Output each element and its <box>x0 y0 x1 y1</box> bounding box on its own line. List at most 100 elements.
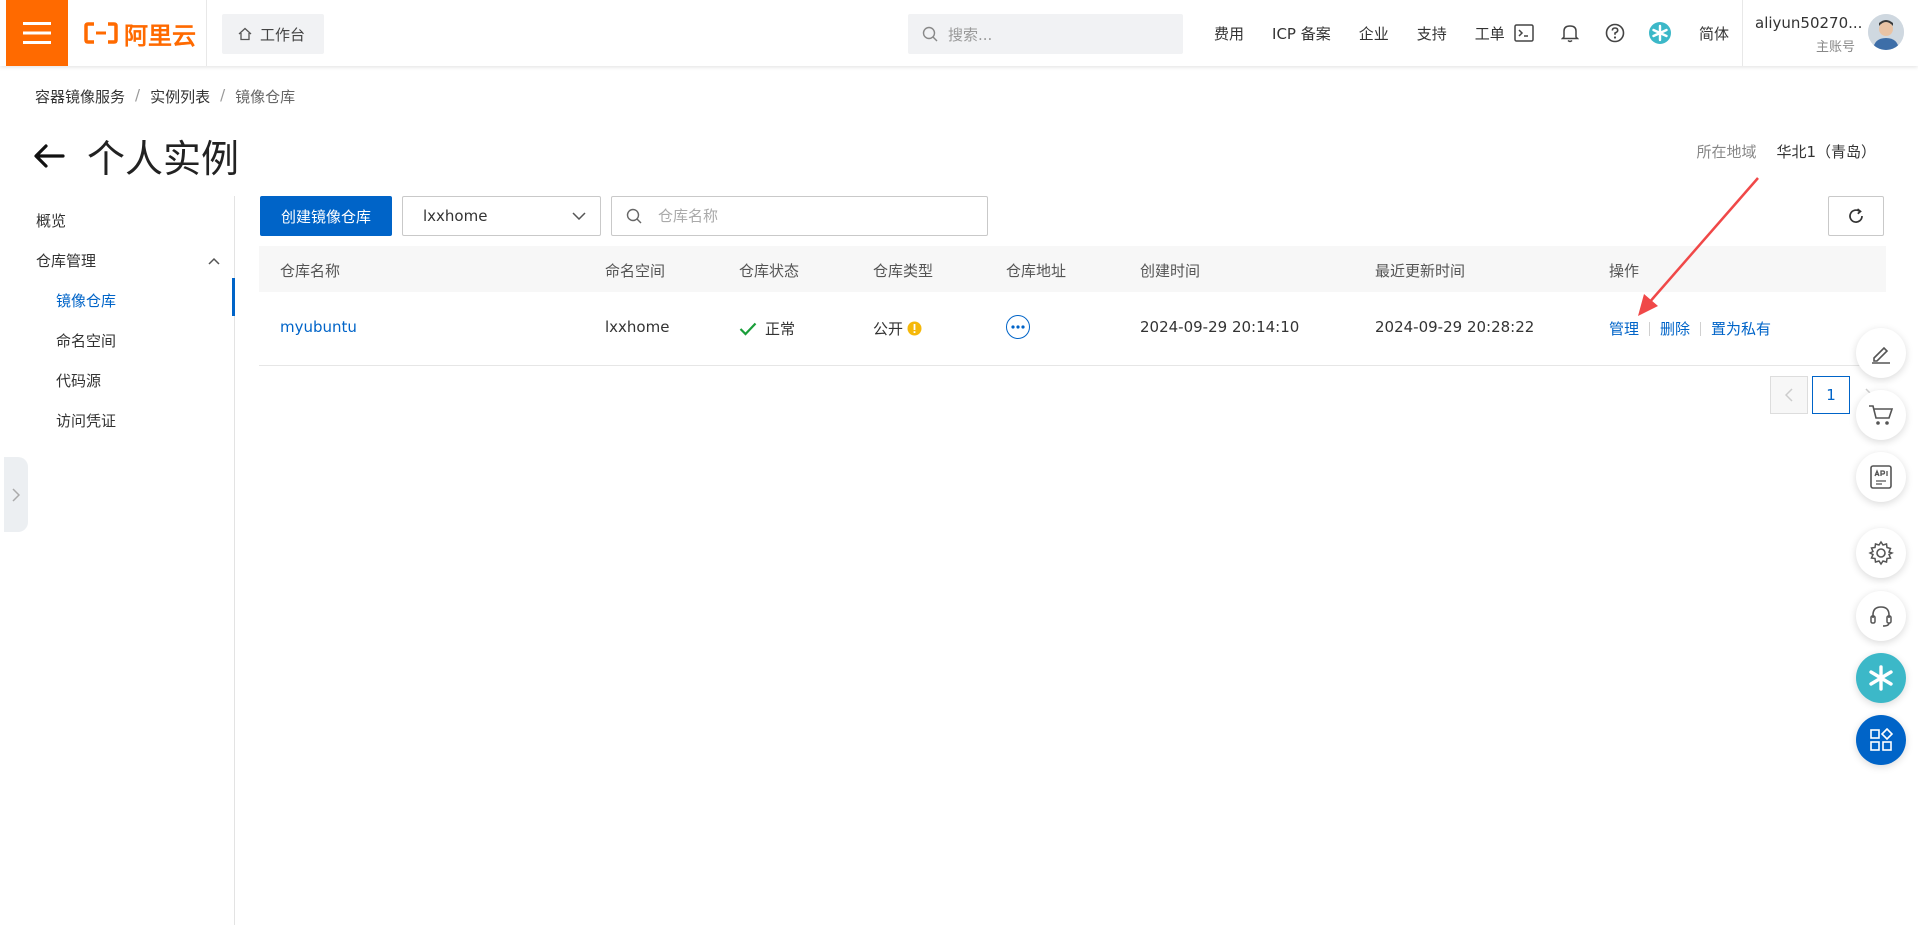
breadcrumb-item-current: 镜像仓库 <box>235 88 296 106</box>
edit-icon <box>1872 346 1890 364</box>
refresh-button[interactable] <box>1828 196 1884 236</box>
breadcrumb-separator: / <box>135 86 141 104</box>
ai-assistant-button[interactable] <box>1856 653 1906 703</box>
bell-icon[interactable] <box>1558 21 1582 45</box>
manage-link[interactable]: 管理 <box>1609 318 1639 339</box>
nav-link-billing[interactable]: 费用 <box>1214 23 1244 44</box>
column-header-type: 仓库类型 <box>873 262 934 280</box>
sidebar-group-label: 仓库管理 <box>36 252 97 270</box>
sidebar-item-overview[interactable]: 概览 <box>36 210 66 231</box>
warning-icon[interactable] <box>907 321 922 336</box>
repo-updated-time: 2024-09-29 20:28:22 <box>1375 318 1535 336</box>
divider <box>206 0 207 66</box>
menu-button[interactable] <box>6 0 68 66</box>
nav-link-support[interactable]: 支持 <box>1417 23 1447 44</box>
sidebar-active-indicator <box>232 278 235 316</box>
account-info[interactable]: aliyun50270... 主账号 <box>1755 14 1863 55</box>
repo-address <box>1006 315 1030 339</box>
action-divider <box>1700 321 1702 336</box>
refresh-icon <box>1849 208 1863 223</box>
brand-name: 阿里云 <box>124 21 196 50</box>
sidebar-toggle[interactable] <box>4 457 28 532</box>
more-icon[interactable] <box>1006 315 1030 339</box>
sidebar: 概览 仓库管理 镜像仓库 命名空间 代码源 访问凭证 <box>0 196 235 925</box>
repo-name-link[interactable]: myubuntu <box>280 318 357 336</box>
namespace-select[interactable]: lxxhome <box>402 196 601 236</box>
breadcrumb-item-cr-service[interactable]: 容器镜像服务 <box>35 86 125 107</box>
terminal-icon[interactable] <box>1512 21 1536 45</box>
column-header-namespace: 命名空间 <box>605 262 666 280</box>
assistant-icon[interactable] <box>1648 21 1672 45</box>
set-private-link[interactable]: 置为私有 <box>1711 318 1771 339</box>
account-type: 主账号 <box>1815 40 1855 55</box>
column-header-updated: 最近更新时间 <box>1375 262 1466 280</box>
top-nav-links: 费用 ICP 备案 企业 支持 工单 <box>1200 0 1519 66</box>
api-icon <box>1870 465 1892 489</box>
nav-link-enterprise[interactable]: 企业 <box>1359 23 1389 44</box>
home-icon <box>238 27 252 41</box>
sidebar-item-image-repo[interactable]: 镜像仓库 <box>56 290 116 311</box>
breadcrumb: 容器镜像服务 / 实例列表 / 镜像仓库 <box>35 86 295 107</box>
create-repo-button[interactable]: 创建镜像仓库 <box>260 196 392 236</box>
search-icon <box>626 208 642 224</box>
repo-search[interactable] <box>611 196 988 236</box>
gear-icon <box>1868 540 1894 566</box>
help-icon[interactable] <box>1603 21 1627 45</box>
nav-link-icp[interactable]: ICP 备案 <box>1272 23 1331 44</box>
chevron-up-icon <box>208 257 220 265</box>
pagination-page[interactable]: 1 <box>1812 376 1850 414</box>
nav-link-ticket[interactable]: 工单 <box>1475 23 1505 44</box>
column-header-repo-name: 仓库名称 <box>280 262 341 280</box>
region-value: 华北1（青岛） <box>1776 143 1876 161</box>
aliyun-logo[interactable]: 阿里云 <box>84 16 196 50</box>
page-title: 个人实例 <box>87 137 240 181</box>
column-header-created: 创建时间 <box>1140 262 1201 280</box>
sidebar-item-namespace[interactable]: 命名空间 <box>56 330 116 351</box>
customer-service-button[interactable] <box>1856 591 1906 641</box>
avatar[interactable] <box>1868 14 1904 50</box>
search-icon <box>922 26 938 42</box>
apps-button[interactable] <box>1856 715 1906 765</box>
chevron-left-icon <box>1785 388 1793 402</box>
top-bar: 阿里云 工作台 搜索... 费用 ICP 备案 企业 支持 工单 简体 aliy… <box>0 0 1918 66</box>
repo-search-input[interactable] <box>656 206 960 226</box>
feedback-button[interactable] <box>1856 328 1906 378</box>
chevron-right-icon <box>12 487 20 502</box>
settings-button[interactable] <box>1856 528 1906 578</box>
repo-namespace: lxxhome <box>605 318 670 336</box>
action-divider <box>1649 321 1651 336</box>
aliyun-mark-icon <box>84 22 118 44</box>
column-header-address: 仓库地址 <box>1006 262 1067 280</box>
sidebar-group-repo-management[interactable]: 仓库管理 <box>36 250 220 271</box>
sidebar-item-access-credential[interactable]: 访问凭证 <box>56 410 116 431</box>
repo-type-text: 公开 <box>873 320 904 338</box>
check-icon <box>739 322 757 336</box>
namespace-select-value: lxxhome <box>423 207 488 225</box>
breadcrumb-item-instance-list[interactable]: 实例列表 <box>150 86 210 107</box>
headset-icon <box>1870 606 1892 627</box>
page-header: 个人实例 <box>33 128 239 183</box>
api-button[interactable] <box>1856 452 1906 502</box>
account-name: aliyun50270... <box>1755 14 1863 32</box>
workbench-label: 工作台 <box>260 25 306 44</box>
assistant-icon <box>1869 665 1893 691</box>
delete-link[interactable]: 删除 <box>1660 318 1690 339</box>
divider <box>1742 0 1743 66</box>
back-arrow-icon[interactable] <box>33 143 65 169</box>
column-header-status: 仓库状态 <box>739 262 800 280</box>
region-label: 所在地域 <box>1696 143 1757 161</box>
cart-button[interactable] <box>1856 390 1906 440</box>
apps-icon <box>1870 728 1893 751</box>
hamburger-icon <box>23 22 51 44</box>
language-switch[interactable]: 简体 <box>1699 23 1729 44</box>
repo-type: 公开 <box>873 318 922 339</box>
region-display: 所在地域 华北1（青岛） <box>1696 141 1876 162</box>
repo-status: 正常 <box>739 318 795 339</box>
repo-created-time: 2024-09-29 20:14:10 <box>1140 318 1300 336</box>
sidebar-item-code-source[interactable]: 代码源 <box>56 370 101 391</box>
pagination-prev[interactable] <box>1770 376 1808 414</box>
workbench-button[interactable]: 工作台 <box>222 14 324 54</box>
repo-actions: 管理 删除 置为私有 <box>1609 318 1771 339</box>
global-search[interactable]: 搜索... <box>908 14 1183 54</box>
cart-icon <box>1869 405 1894 425</box>
